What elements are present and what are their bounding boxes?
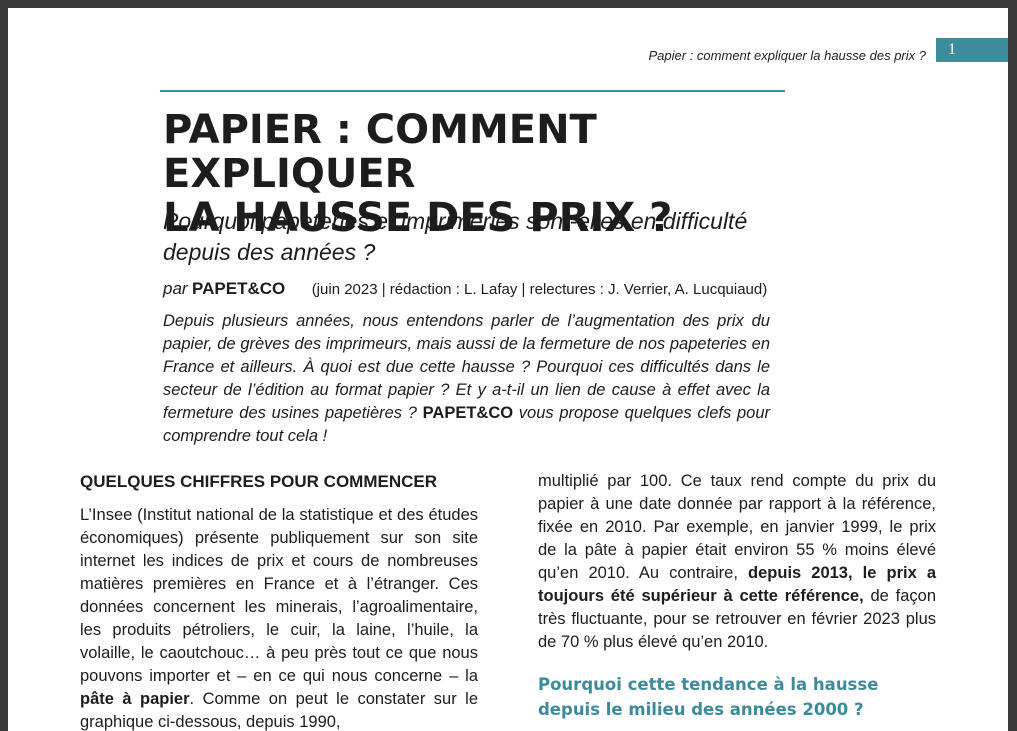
right-column: multiplié par 100. Ce taux rend compte d… bbox=[538, 470, 936, 722]
left-text-1: L’Insee (Institut national de la statist… bbox=[80, 506, 478, 685]
section-heading: QUELQUES CHIFFRES POUR COMMENCER bbox=[80, 472, 438, 491]
document-page: Papier : comment expliquer la hausse des… bbox=[8, 8, 1008, 731]
right-paragraph: multiplié par 100. Ce taux rend compte d… bbox=[538, 470, 936, 654]
title-rule bbox=[160, 90, 785, 92]
byline-author: PAPET&CO bbox=[192, 279, 286, 298]
left-bold-text: pâte à papier bbox=[80, 690, 190, 708]
article-lede: Depuis plusieurs années, nous entendons … bbox=[163, 310, 770, 447]
left-paragraph: L’Insee (Institut national de la statist… bbox=[80, 504, 478, 731]
title-line-1: PAPIER : COMMENT EXPLIQUER bbox=[163, 107, 597, 197]
page-number: 1 bbox=[936, 38, 1008, 62]
running-header: Papier : comment expliquer la hausse des… bbox=[648, 48, 926, 63]
lede-brand: PAPET&CO bbox=[422, 403, 514, 422]
section-subheading: Pourquoi cette tendance à la hausse depu… bbox=[538, 675, 879, 719]
byline-meta: (juin 2023 | rédaction : L. Lafay | rele… bbox=[311, 281, 768, 298]
byline: par PAPET&CO (juin 2023 | rédaction : L.… bbox=[163, 279, 803, 299]
viewer-background: Papier : comment expliquer la hausse des… bbox=[0, 0, 1017, 731]
left-column: QUELQUES CHIFFRES POUR COMMENCER L’Insee… bbox=[80, 470, 478, 731]
byline-prefix: par bbox=[163, 279, 188, 298]
article-subtitle: Pourquoi papeteries et imprimeries sont-… bbox=[163, 208, 748, 265]
